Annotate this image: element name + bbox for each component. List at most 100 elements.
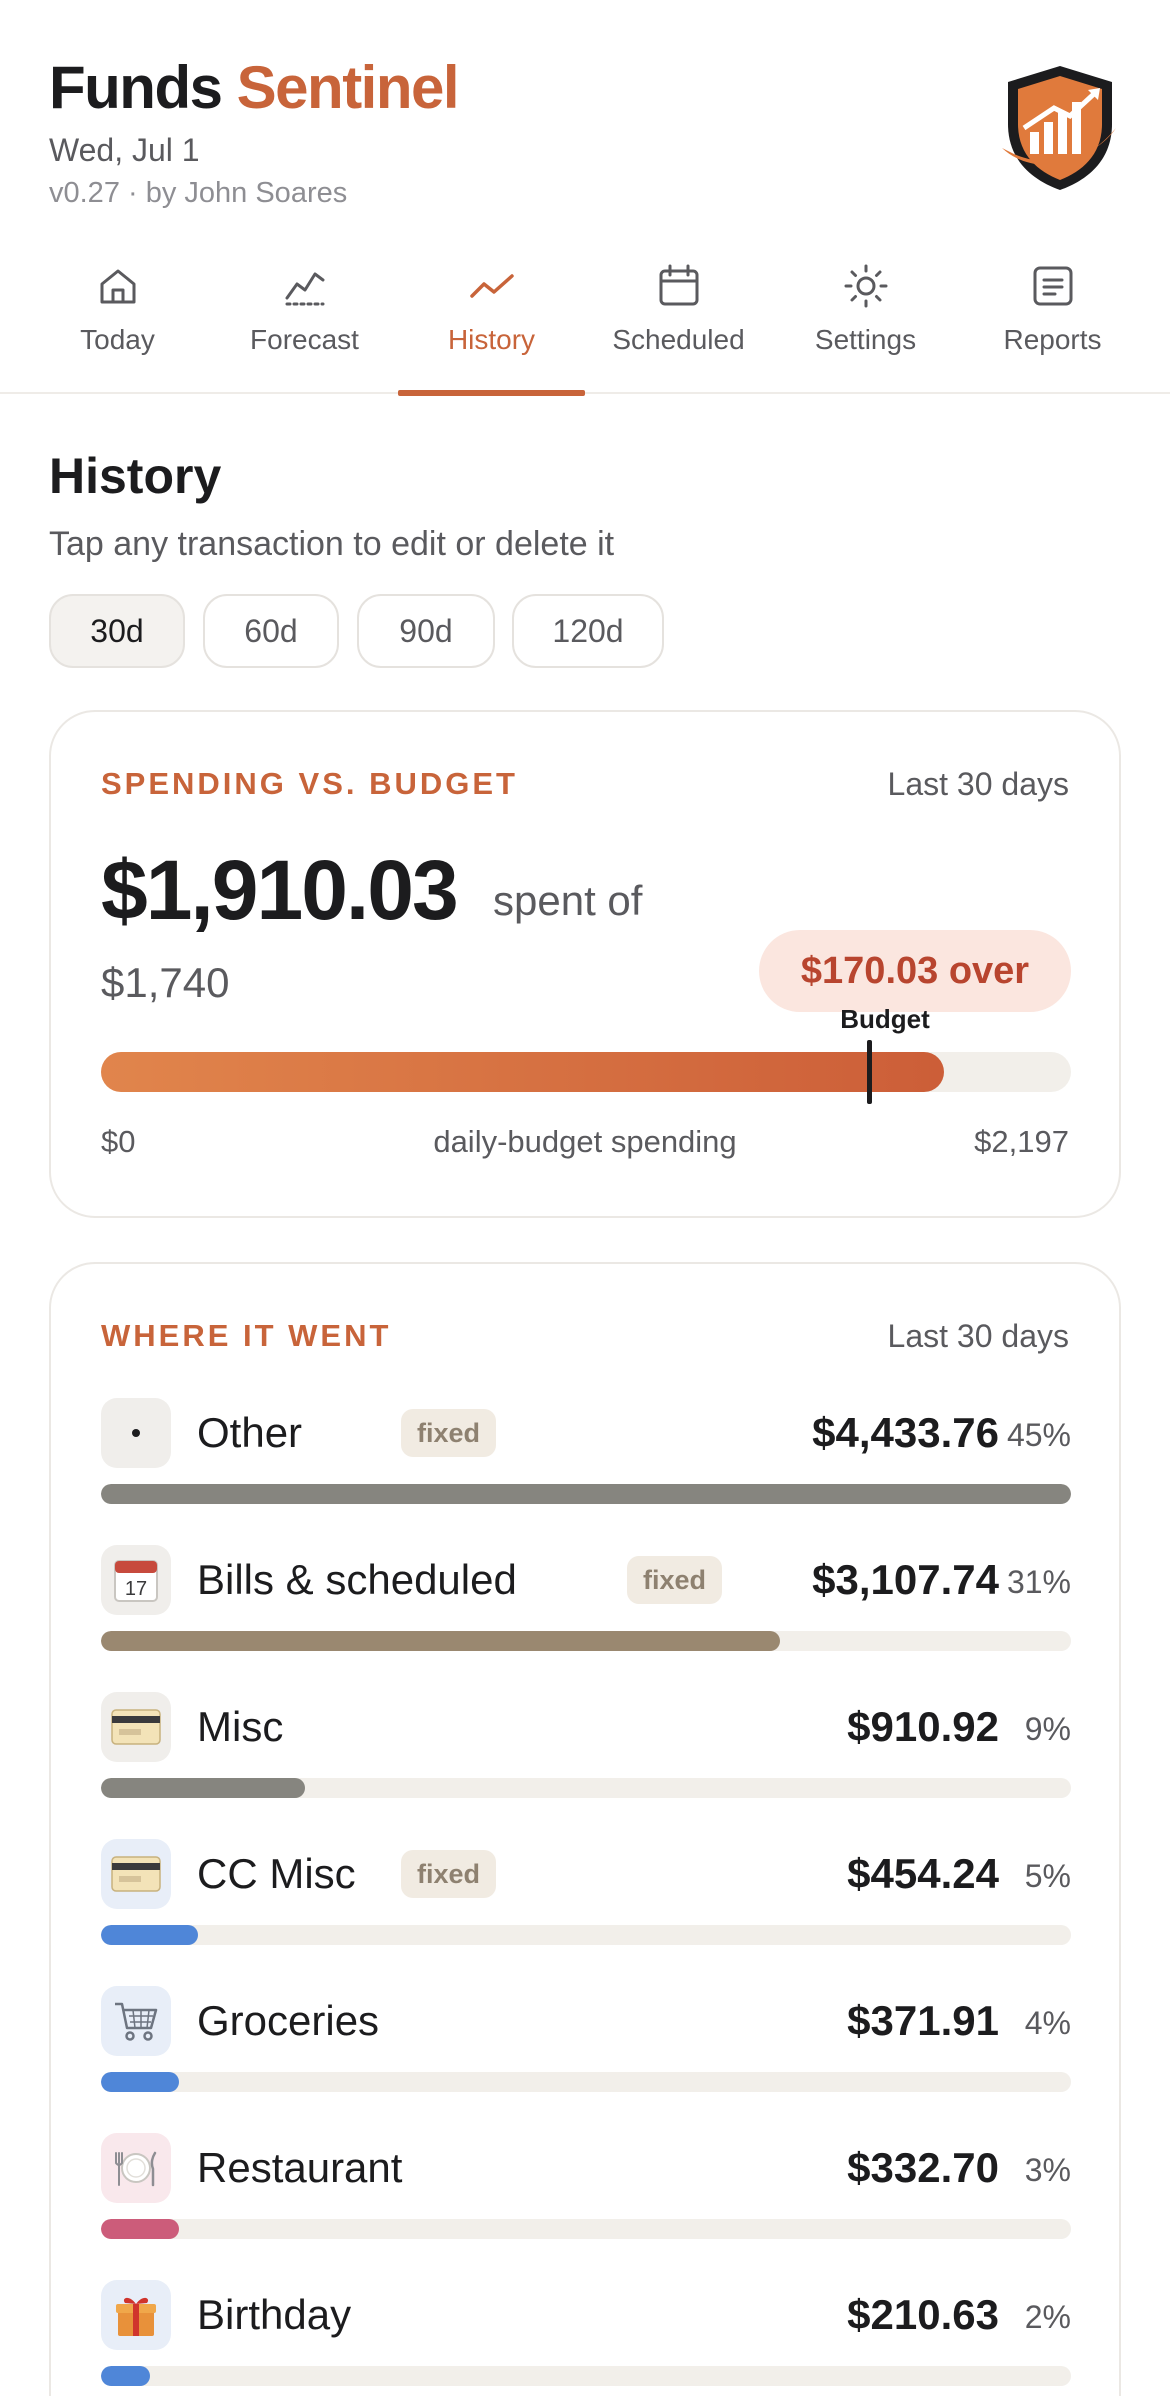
spending-vs-budget-card: SPENDING VS. BUDGET Last 30 days $1,910.… [49,710,1121,1218]
category-amount: $3,107.74 [812,1556,999,1603]
spent-of-label: spent of [493,877,643,924]
category-row-restaurant[interactable]: Restaurant $332.70 3% [101,2133,1071,2263]
category-name: Birthday [197,2291,352,2338]
tab-label: Settings [814,324,917,355]
category-icon-box: 17 [101,1545,171,1615]
tab-settings[interactable]: Settings [772,246,959,394]
category-name: Groceries [197,1997,380,2044]
category-share-fill [101,1778,305,1798]
app-version: v0.27 · by John Soares [49,177,348,209]
category-share-fill [101,1484,1071,1504]
category-share-fill [101,2219,179,2239]
category-percent: 5% [1024,1858,1071,1894]
card-range-label: Last 30 days [887,1318,1069,1354]
document-icon [1033,266,1073,306]
category-share-track [101,1631,1071,1651]
over-budget-badge: $170.03 over [759,930,1071,1012]
category-icon-box [101,1398,171,1468]
scale-mid-label: daily-budget spending [433,1124,737,1159]
range-chip-30d[interactable]: 30d [49,594,185,668]
category-percent: 2% [1024,2299,1071,2335]
tab-label: Forecast [250,324,359,355]
tab-scheduled[interactable]: Scheduled [585,246,772,394]
category-icon-box [101,1692,171,1762]
tab-bar: Today Forecast History Scheduled Setting… [0,246,1170,396]
calendar-icon [659,264,699,306]
category-amount: $454.24 [847,1850,999,1897]
spent-amount: $1,910.03 [101,843,459,937]
card-title: SPENDING VS. BUDGET [101,766,518,801]
category-row-other[interactable]: Other fixed $4,433.76 45% [101,1398,1071,1528]
gear-icon [844,264,888,308]
category-icon-box [101,1839,171,1909]
category-share-track [101,2219,1071,2239]
category-amount: $4,433.76 [812,1409,999,1456]
category-name: CC Misc [197,1850,356,1897]
card-range-label: Last 30 days [887,766,1069,802]
category-name: Other [197,1409,303,1456]
scale-max-label: $2,197 [974,1124,1069,1159]
category-amount: $210.63 [847,2291,999,2338]
app-title: Funds Sentinel [49,52,460,124]
category-name: Misc [197,1703,284,1750]
category-share-track [101,1484,1071,1504]
tab-reports[interactable]: Reports [959,246,1146,394]
category-row-groceries[interactable]: Groceries $371.91 4% [101,1986,1071,2116]
current-date: Wed, Jul 1 [49,132,200,168]
credit-card-icon [111,1856,161,1892]
gift-icon [116,2297,156,2336]
category-percent: 9% [1024,1711,1071,1747]
shopping-cart-icon [115,2002,158,2041]
category-share-fill [101,1631,780,1651]
tab-label: Reports [1003,324,1102,355]
range-chip-90d[interactable]: 90d [357,594,495,668]
fixed-badge: fixed [401,1850,497,1898]
app-title-primary: Funds [49,54,223,121]
category-percent: 45% [1006,1417,1071,1453]
category-share-fill [101,2366,150,2386]
category-row-bills-scheduled[interactable]: 17 Bills & scheduled fixed $3,107.74 31% [101,1545,1071,1675]
tab-today[interactable]: Today [24,246,211,394]
credit-card-icon [111,1709,161,1745]
category-share-track [101,1778,1071,1798]
spending-progress-track [101,1040,1071,1104]
tab-forecast[interactable]: Forecast [211,246,398,394]
svg-text:17: 17 [125,1578,147,1600]
category-name: Restaurant [197,2144,403,2191]
category-share-fill [101,2072,179,2092]
category-amount: $371.91 [847,1997,999,2044]
app-title-accent: Sentinel [236,54,460,121]
category-percent: 31% [1006,1564,1071,1600]
budget-marker-label: Budget [840,1004,930,1034]
tab-label: Scheduled [612,324,745,355]
budget-marker [867,1040,873,1104]
shield-logo-icon [1002,66,1116,190]
fixed-badge: fixed [627,1556,723,1604]
range-chip-60d[interactable]: 60d [203,594,339,668]
calendar-page-icon: 17 [114,1560,158,1602]
category-row-cc-misc[interactable]: CC Misc fixed $454.24 5% [101,1839,1071,1969]
range-chip-120d[interactable]: 120d [512,594,664,668]
category-row-misc[interactable]: Misc $910.92 9% [101,1692,1071,1822]
category-icon-box [101,1986,171,2056]
trend-line-icon [470,274,514,298]
page-title: History [49,448,222,504]
category-icon-box [101,2280,171,2350]
category-share-track [101,1925,1071,1945]
category-row-birthday[interactable]: Birthday $210.63 2% [101,2280,1071,2396]
app-header: Funds Sentinel Wed, Jul 1 v0.27 · by Joh… [0,0,1170,232]
budget-total: $1,740 [101,959,230,1006]
tab-label: Today [80,324,155,355]
plate-cutlery-icon [115,2151,157,2187]
where-it-went-card: WHERE IT WENT Last 30 days Other fixed $… [49,1262,1121,2396]
category-icon-box [101,2133,171,2203]
home-icon [100,269,136,304]
dot-icon [132,1429,140,1437]
category-share-track [101,2366,1071,2386]
forecast-chart-icon [285,272,325,306]
tab-history[interactable]: History [398,246,585,396]
category-name: Bills & scheduled [197,1556,517,1603]
page-subtitle: Tap any transaction to edit or delete it [49,525,615,563]
category-share-fill [101,1925,198,1945]
spending-progress-fill [101,1052,945,1092]
